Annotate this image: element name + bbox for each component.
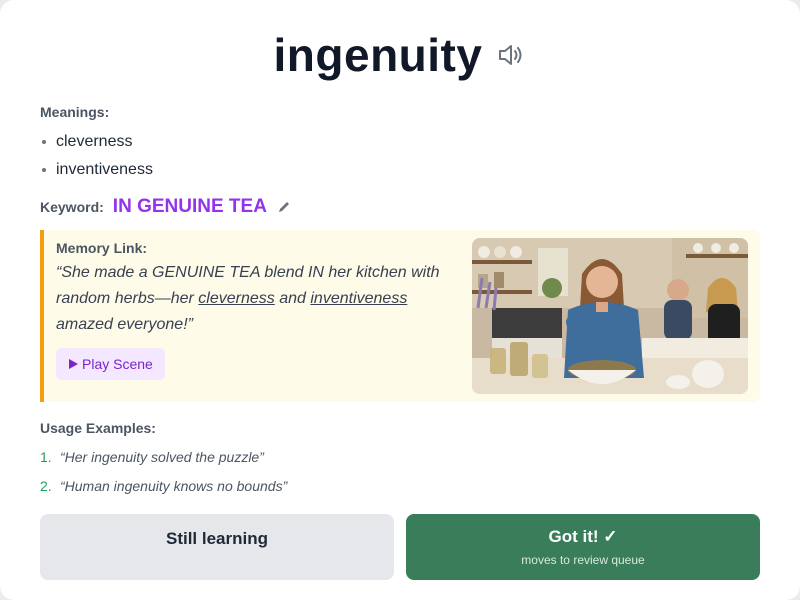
memory-link-panel: Memory Link: “She made a GENUINE TEA ble…: [40, 230, 760, 402]
meaning-item: cleverness: [40, 128, 760, 156]
usage-item: 1. “Her ingenuity solved the puzzle”: [40, 442, 760, 471]
play-scene-button[interactable]: Play Scene: [56, 348, 165, 380]
scene-illustration: [472, 238, 748, 394]
got-it-button[interactable]: Got it! ✓ moves to review queue: [406, 514, 760, 580]
still-learning-button[interactable]: Still learning: [40, 514, 394, 580]
keyword-row: Keyword: IN GENUINE TEA: [40, 194, 760, 220]
quote-text: and: [274, 290, 311, 307]
meaning-text: cleverness: [56, 133, 133, 150]
memory-link-label: Memory Link:: [56, 240, 148, 256]
word-title: ingenuity: [273, 29, 483, 81]
keyword-label: Keyword:: [40, 199, 104, 215]
pencil-icon[interactable]: [277, 200, 291, 214]
bullet-dot: [42, 168, 46, 172]
meaning-text: inventiveness: [56, 161, 153, 178]
title-row: ingenuity: [40, 0, 760, 110]
meanings-list: cleverness inventiveness: [40, 128, 760, 184]
usage-label: Usage Examples:: [40, 420, 156, 436]
play-icon: [69, 359, 78, 369]
quote-underlined: cleverness: [198, 290, 275, 307]
got-it-sublabel: moves to review queue: [521, 553, 645, 567]
quote-underlined: inventiveness: [310, 290, 408, 307]
usage-number: 2.: [40, 477, 52, 494]
usage-item: 2. “Human ingenuity knows no bounds”: [40, 471, 760, 500]
meanings-label: Meanings:: [40, 104, 110, 120]
memory-text-block: Memory Link: “She made a GENUINE TEA ble…: [56, 238, 472, 394]
quote-text: amazed everyone!”: [56, 316, 193, 333]
got-it-label: Got it! ✓: [548, 527, 618, 546]
usage-text: “Human ingenuity knows no bounds”: [60, 477, 288, 494]
play-scene-label: Play Scene: [82, 356, 153, 372]
flashcard: ingenuity Meanings: cleverness inventive…: [0, 0, 800, 600]
meaning-item: inventiveness: [40, 156, 760, 184]
usage-text: “Her ingenuity solved the puzzle”: [60, 448, 264, 465]
memory-quote: “She made a GENUINE TEA blend IN her kit…: [56, 260, 452, 338]
usage-number: 1.: [40, 448, 52, 465]
action-buttons: Still learning Got it! ✓ moves to review…: [40, 514, 760, 580]
speaker-icon[interactable]: [496, 40, 526, 70]
usage-list: 1. “Her ingenuity solved the puzzle” 2. …: [40, 442, 760, 500]
keyword-value: IN GENUINE TEA: [112, 196, 267, 217]
bullet-dot: [42, 140, 46, 144]
still-learning-label: Still learning: [165, 529, 269, 548]
